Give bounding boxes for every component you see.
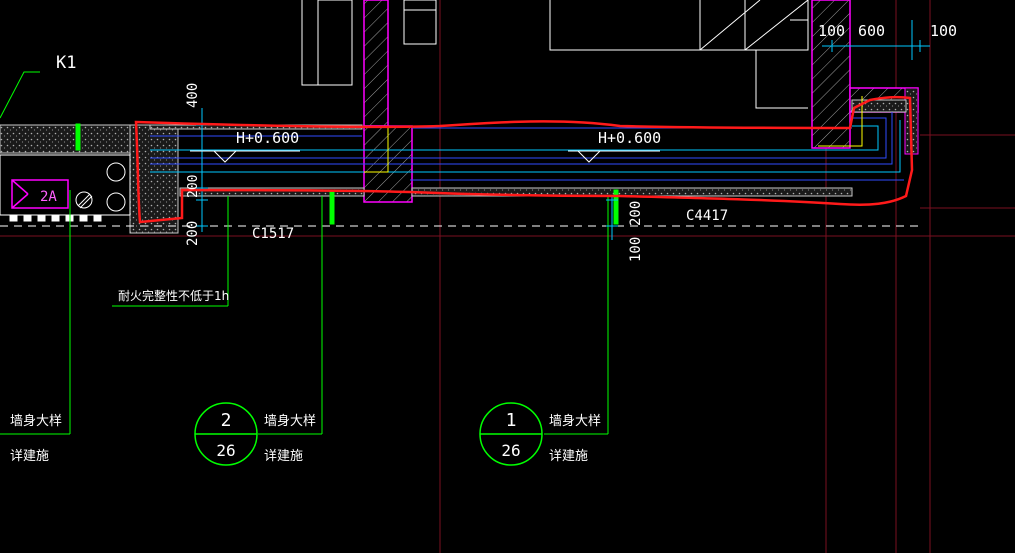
dim-top-100-right: 100	[930, 22, 957, 40]
cad-drawing-canvas: 2A 2 26 1 26 K1 H+0.600 H+0.600 C1517 C4…	[0, 0, 1015, 553]
red-markup-outline	[134, 95, 914, 224]
callout-1-sheet: 26	[501, 441, 520, 460]
label-k1: K1	[56, 53, 76, 73]
callout-1: 1 26	[479, 402, 543, 466]
window-tag-left: C1517	[252, 226, 294, 242]
note-see-arch-2: 详建施	[264, 449, 303, 464]
elevation-left: H+0.600	[236, 129, 299, 147]
tag-2a: 2A	[11, 179, 69, 209]
callout-2-number: 2	[221, 410, 232, 431]
dim-top-600: 600	[858, 22, 885, 40]
callout-1-number: 1	[506, 410, 517, 431]
callout-2-sheet: 26	[216, 441, 235, 460]
floor-slab	[0, 99, 907, 234]
note-see-arch-left: 详建施	[10, 449, 49, 464]
note-wall-detail-2: 墙身大样	[264, 413, 316, 429]
elevation-markers	[190, 150, 660, 163]
dim-200-middle: 200	[186, 175, 201, 198]
callout-2: 2 26	[194, 402, 258, 466]
elevation-right: H+0.600	[598, 129, 661, 147]
dim-200-right: 200	[628, 201, 644, 226]
grid-lines	[0, 0, 1015, 553]
dim-100-right: 100	[628, 237, 644, 262]
fire-resistance-note: 耐火完整性不低于1h	[118, 288, 229, 303]
note-wall-detail-1: 墙身大样	[549, 413, 601, 429]
left-equipment	[0, 154, 131, 222]
window-tag-right: C4417	[686, 208, 728, 224]
dim-top-100-left: 100	[818, 22, 845, 40]
dim-400: 400	[185, 83, 201, 108]
note-wall-detail-left: 墙身大样	[10, 413, 62, 429]
tag-2a-label: 2A	[40, 189, 57, 205]
dim-200-lower: 200	[185, 221, 201, 246]
note-see-arch-1: 详建施	[549, 449, 588, 464]
